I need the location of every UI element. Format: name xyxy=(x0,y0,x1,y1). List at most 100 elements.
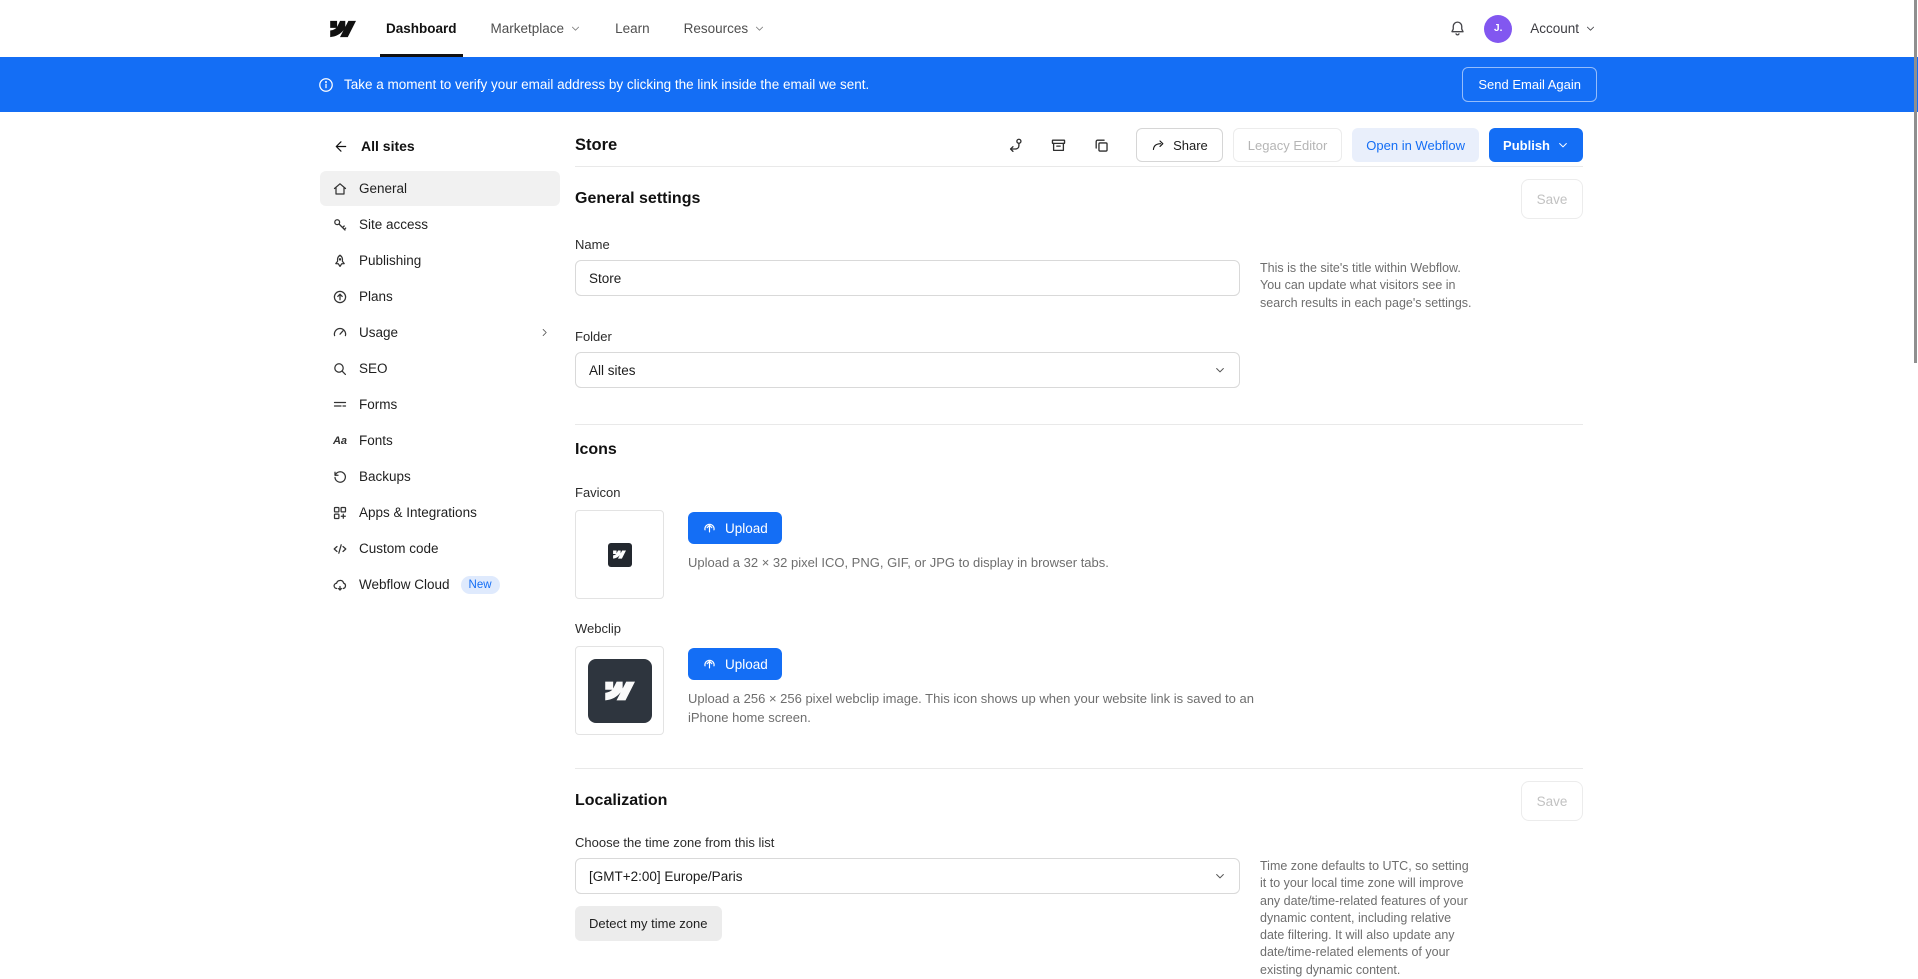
nav-tab-dashboard[interactable]: Dashboard xyxy=(386,0,457,57)
publish-button[interactable]: Publish xyxy=(1489,128,1583,162)
cloud-icon xyxy=(332,577,348,593)
chevron-down-icon xyxy=(1557,139,1569,151)
webflow-logo-icon xyxy=(330,16,356,42)
sidebar-item-apps-integrations[interactable]: Apps & Integrations xyxy=(320,495,560,530)
back-to-all-sites[interactable]: All sites xyxy=(320,138,560,154)
localization-save-button[interactable]: Save xyxy=(1521,781,1583,821)
rocket-icon xyxy=(332,253,348,269)
chevron-down-icon xyxy=(1585,23,1596,34)
upload-label: Upload xyxy=(725,521,768,536)
back-label: All sites xyxy=(361,138,415,154)
sidebar-item-label: Backups xyxy=(359,469,411,484)
apps-grid-icon xyxy=(332,505,348,521)
sidebar-item-label: Forms xyxy=(359,397,397,412)
sidebar-item-label: SEO xyxy=(359,361,388,376)
favicon-label: Favicon xyxy=(575,485,1583,500)
favicon-upload-button[interactable]: Upload xyxy=(688,512,782,544)
sidebar-item-plans[interactable]: Plans xyxy=(320,279,560,314)
localization-header: Localization Save xyxy=(575,781,1583,821)
sidebar-item-general[interactable]: General xyxy=(320,171,560,206)
timezone-label: Choose the time zone from this list xyxy=(575,835,1583,850)
chevron-down-icon xyxy=(754,23,765,34)
webclip-tile xyxy=(588,659,652,723)
gauge-icon xyxy=(332,325,348,341)
folder-select[interactable]: All sites xyxy=(575,352,1240,388)
sidebar-item-label: Site access xyxy=(359,217,428,232)
publish-label: Publish xyxy=(1503,138,1550,153)
favicon-tile xyxy=(608,543,632,567)
name-help-text: This is the site's title within Webflow.… xyxy=(1260,260,1478,312)
folder-label: Folder xyxy=(575,329,1583,344)
sidebar-item-label: Publishing xyxy=(359,253,421,268)
sidebar-item-label: Plans xyxy=(359,289,393,304)
chevron-right-icon xyxy=(539,327,550,338)
divider xyxy=(575,166,1583,167)
nav-tab-label: Marketplace xyxy=(491,21,565,36)
general-settings-header: General settings Save xyxy=(575,179,1583,219)
code-icon xyxy=(332,541,348,557)
transfer-site-button[interactable] xyxy=(1003,133,1028,158)
sidebar-item-custom-code[interactable]: Custom code xyxy=(320,531,560,566)
section-title: Localization xyxy=(575,792,667,810)
account-label: Account xyxy=(1530,21,1579,36)
webflow-logo[interactable] xyxy=(330,0,356,57)
duplicate-site-button[interactable] xyxy=(1089,133,1114,158)
sidebar-item-label: Webflow Cloud xyxy=(359,577,450,592)
timezone-help-text: Time zone defaults to UTC, so setting it… xyxy=(1260,858,1478,979)
key-icon xyxy=(332,217,348,233)
timezone-select[interactable]: [GMT+2:00] Europe/Paris xyxy=(575,858,1240,894)
share-button[interactable]: Share xyxy=(1136,128,1223,162)
top-nav: Dashboard Marketplace Learn Resources J.… xyxy=(0,0,1918,57)
sidebar-item-backups[interactable]: Backups xyxy=(320,459,560,494)
webclip-upload-button[interactable]: Upload xyxy=(688,648,782,680)
chevron-down-icon xyxy=(1214,870,1226,882)
chevron-down-icon xyxy=(570,23,581,34)
favicon-preview xyxy=(575,510,664,599)
nav-tab-learn[interactable]: Learn xyxy=(615,0,650,57)
sidebar-item-usage[interactable]: Usage xyxy=(320,315,560,350)
nav-tab-resources[interactable]: Resources xyxy=(684,0,766,57)
sidebar-item-fonts[interactable]: Aa Fonts xyxy=(320,423,560,458)
banner-message: Take a moment to verify your email addre… xyxy=(344,77,869,92)
sidebar-item-publishing[interactable]: Publishing xyxy=(320,243,560,278)
sidebar-item-site-access[interactable]: Site access xyxy=(320,207,560,242)
share-label: Share xyxy=(1173,138,1208,153)
nav-tab-label: Learn xyxy=(615,21,650,36)
scrollbar[interactable] xyxy=(1914,0,1917,363)
upload-icon xyxy=(702,521,717,536)
sidebar-item-label: Custom code xyxy=(359,541,439,556)
notifications-bell-icon[interactable] xyxy=(1449,20,1466,37)
nav-tab-label: Resources xyxy=(684,21,749,36)
account-menu[interactable]: Account xyxy=(1530,21,1596,36)
open-in-webflow-button[interactable]: Open in Webflow xyxy=(1352,128,1479,162)
webclip-help-text: Upload a 256 × 256 pixel webclip image. … xyxy=(688,690,1268,728)
archive-site-button[interactable] xyxy=(1046,133,1071,158)
sidebar-item-label: Usage xyxy=(359,325,398,340)
upload-icon xyxy=(702,657,717,672)
settings-sidebar: All sites General Site access Publishing… xyxy=(320,112,560,603)
duplicate-icon xyxy=(1093,137,1110,154)
sidebar-item-forms[interactable]: Forms xyxy=(320,387,560,422)
sidebar-item-webflow-cloud[interactable]: Webflow Cloud New xyxy=(320,567,560,602)
name-label: Name xyxy=(575,237,1583,252)
transfer-site-icon xyxy=(1007,137,1024,154)
verify-email-banner: Take a moment to verify your email addre… xyxy=(0,57,1918,112)
search-icon xyxy=(332,361,348,377)
fonts-icon: Aa xyxy=(332,435,348,447)
sidebar-item-label: Fonts xyxy=(359,433,393,448)
webflow-logo-icon xyxy=(613,548,626,561)
sidebar-item-seo[interactable]: SEO xyxy=(320,351,560,386)
new-badge: New xyxy=(461,576,500,594)
divider xyxy=(575,424,1583,425)
nav-tab-marketplace[interactable]: Marketplace xyxy=(491,0,582,57)
home-icon xyxy=(332,181,348,197)
site-name-input[interactable] xyxy=(575,260,1240,296)
sidebar-item-label: General xyxy=(359,181,407,196)
send-email-again-button[interactable]: Send Email Again xyxy=(1462,67,1597,102)
avatar[interactable]: J. xyxy=(1484,15,1512,43)
webclip-preview xyxy=(575,646,664,735)
share-arrow-icon xyxy=(1151,138,1166,153)
legacy-editor-button[interactable]: Legacy Editor xyxy=(1233,128,1343,162)
general-save-button[interactable]: Save xyxy=(1521,179,1583,219)
detect-timezone-button[interactable]: Detect my time zone xyxy=(575,906,722,941)
